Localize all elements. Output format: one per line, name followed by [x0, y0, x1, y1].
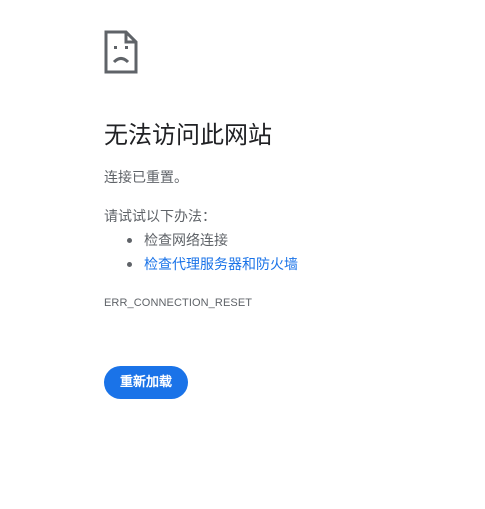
suggestion-item-check-proxy-firewall[interactable]: 检查代理服务器和防火墙: [104, 253, 298, 277]
suggestions-heading: 请试试以下办法：: [104, 209, 216, 225]
bullet-icon: [127, 238, 132, 243]
suggestion-item-check-network: 检查网络连接: [104, 229, 298, 253]
suggestion-label: 检查网络连接: [144, 233, 228, 249]
page-title: 无法访问此网站: [104, 121, 272, 149]
bullet-icon: [127, 262, 132, 267]
suggestions-list: 检查网络连接 检查代理服务器和防火墙: [104, 229, 298, 277]
sad-page-icon: [104, 30, 138, 74]
reload-button[interactable]: 重新加载: [104, 366, 188, 399]
error-code: ERR_CONNECTION_RESET: [104, 297, 253, 309]
error-message: 连接已重置。: [104, 170, 188, 186]
check-proxy-firewall-link[interactable]: 检查代理服务器和防火墙: [144, 257, 298, 273]
